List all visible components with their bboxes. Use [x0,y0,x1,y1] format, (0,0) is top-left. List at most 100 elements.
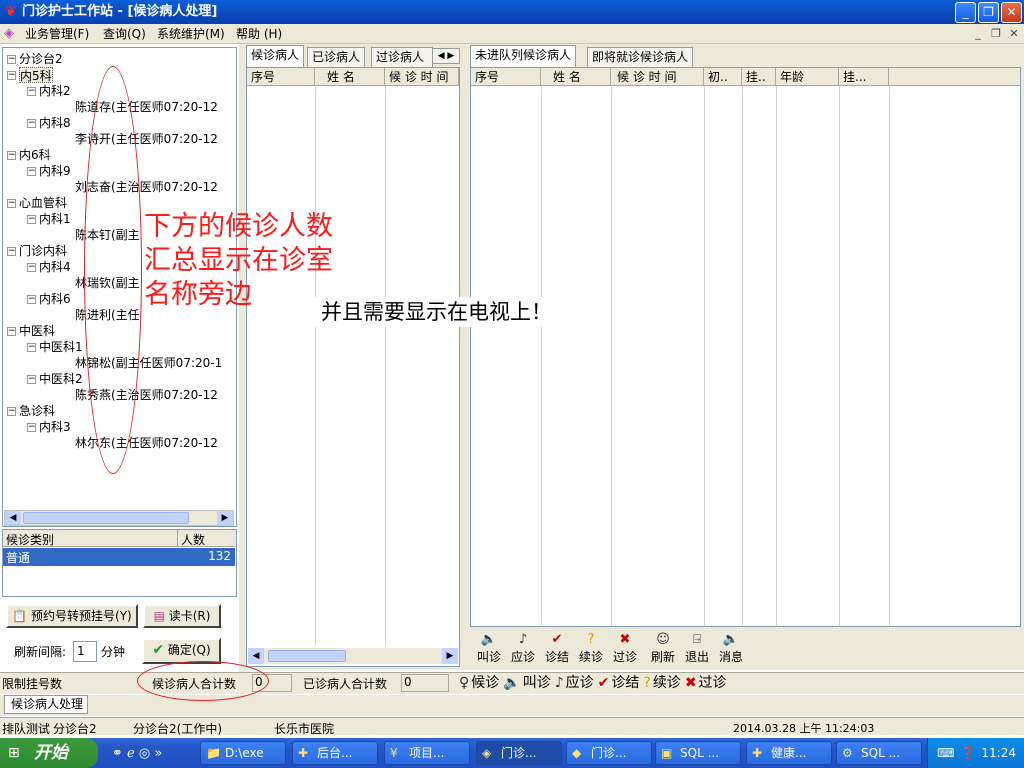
col-seq[interactable]: 序号 [471,68,541,86]
taskbar-item[interactable]: ▣ SQL ... [655,741,741,765]
tree-dept-node[interactable]: 内科2 [39,83,71,99]
help-icon[interactable]: ❓ [960,738,975,768]
read-card-button[interactable]: ▤ 读卡(R) [143,604,221,628]
toolbar-button-2[interactable]: ✔ 诊结 [540,632,574,665]
toolbar-button-7[interactable]: 🔈 消息 [714,632,748,665]
toolbar-button-4[interactable]: ✖ 过诊 [608,632,642,665]
col-reg[interactable]: 挂.. [742,68,776,86]
read-card-label: 读卡(R) [168,609,211,623]
tree-collapse-icon[interactable]: − [7,199,16,208]
tree-collapse-icon[interactable]: − [27,167,36,176]
taskbar-item[interactable]: ¥ 项目... [384,741,470,765]
tree-dept-node[interactable]: 急诊科 [19,403,55,419]
tree-collapse-icon[interactable]: − [27,423,36,432]
tree-dept-node[interactable]: 内科9 [39,163,71,179]
taskbar-item[interactable]: ✚ 后台... [292,741,378,765]
tree-collapse-icon[interactable]: − [7,247,16,256]
scroll-right-icon[interactable]: ▶ [217,511,233,525]
col-wait-time[interactable]: 候 诊 时 间 [385,68,459,86]
mdi-restore-button[interactable]: ❐ [988,27,1004,41]
tree-dept-node[interactable]: 内科8 [39,115,71,131]
col-name[interactable]: 姓 名 [541,68,611,86]
quicklaunch-icons[interactable]: ⚭ ℯ ◎ » [112,746,162,761]
tree-collapse-icon[interactable]: − [27,119,36,128]
tree-collapse-icon[interactable]: − [27,343,36,352]
tree-collapse-icon[interactable]: − [27,375,36,384]
taskbar-item[interactable]: ⚙ SQL ... [836,741,922,765]
col-name[interactable]: 姓 名 [315,68,385,86]
tree-collapse-icon[interactable]: − [27,215,36,224]
taskbar-item[interactable]: 📁 D:\exe [200,741,286,765]
menu-system[interactable]: 系统维护(M) [153,24,229,44]
tree-dept-node[interactable]: 内6科 [19,147,51,163]
taskbar-item[interactable]: ✚ 健康... [746,741,832,765]
taskbar-app-icon: ⚙ [842,746,853,760]
tree-collapse-icon[interactable]: − [7,151,16,160]
tree-collapse-icon[interactable]: − [7,71,16,80]
tree-dept-node[interactable]: 中医科1 [39,339,83,355]
toolbar-button-6[interactable]: ⍈ 退出 [680,632,714,665]
toolbar-label: 诊结 [544,650,569,664]
col-first[interactable]: 初.. [704,68,742,86]
tab-waiting-processing[interactable]: 候诊病人处理 [4,695,88,714]
card-icon: ▤ [153,609,165,623]
tree-dept-node[interactable]: 内科4 [39,259,71,275]
mdi-close-button[interactable]: ✕ [1006,27,1022,41]
tree-collapse-icon[interactable]: − [27,263,36,272]
middle-hscrollbar[interactable]: ◀ ▶ [248,648,458,664]
scroll-left-icon[interactable]: ◀ [248,648,264,664]
table-row[interactable]: 普通 132 [3,548,235,566]
menu-business[interactable]: 业务管理(F) [21,24,93,44]
tree-dept-node[interactable]: 心血管科 [19,195,67,211]
restore-button[interactable]: ❐ [978,2,999,23]
tree-root[interactable]: 分诊台2 [19,51,63,67]
annotation-note-line1: 下方的候诊人数 [144,211,333,242]
scroll-thumb[interactable] [23,512,189,524]
toolbar-button-1[interactable]: ♪ 应诊 [506,632,540,665]
tab-upcoming[interactable]: 即将就诊候诊病人 [587,47,694,67]
tab-scroll-arrows[interactable]: ◀ ▶ [432,48,460,64]
tab-seen[interactable]: 已诊病人 [307,47,366,67]
tree-collapse-icon[interactable]: − [7,407,16,416]
message-icon: 🔈 [722,632,740,647]
continue-icon: ? [643,675,651,691]
toolbar-button-5[interactable]: ☺ 刷新 [646,632,680,665]
tree-collapse-icon[interactable]: − [7,55,16,64]
tree-hscrollbar[interactable]: ◀ ▶ [4,510,234,526]
col-age[interactable]: 年龄 [776,68,839,86]
tree-collapse-icon[interactable]: − [27,87,36,96]
taskbar-item[interactable]: ◆ 门诊... [566,741,652,765]
close-button[interactable]: ✕ [1001,2,1022,23]
tree-dept-node[interactable]: 门诊内科 [19,243,67,259]
taskbar-item[interactable]: ◈ 门诊... [476,741,562,765]
annotation-oval-tree [84,66,142,474]
scroll-right-icon[interactable]: ▶ [442,648,458,664]
taskbar-app-icon: ✚ [752,746,763,760]
reserve-to-preregister-button[interactable]: 📋 预约号转预挂号(Y) [6,604,138,628]
col-reg2[interactable]: 挂... [839,68,889,86]
toolbar-button-0[interactable]: 🔈 叫诊 [472,632,506,665]
col-wait-time[interactable]: 候 诊 时 间 [611,68,704,86]
tab-missed[interactable]: 过诊病人 [371,47,433,67]
scroll-thumb[interactable] [268,650,346,662]
toolbar-button-3[interactable]: ? 续诊 [574,632,608,665]
tab-not-queued[interactable]: 未进队列候诊病人 [470,45,577,67]
mdi-minimize-button[interactable]: _ [970,27,986,41]
menu-query[interactable]: 查询(Q) [99,24,150,44]
minimize-button[interactable]: _ [955,2,976,23]
tree-dept-node[interactable]: 内科1 [39,211,71,227]
tree-dept-node[interactable]: 中医科2 [39,371,83,387]
tab-waiting[interactable]: 候诊病人 [246,45,305,67]
tree-collapse-icon[interactable]: − [27,295,36,304]
tree-dept-node[interactable]: 内5科 [19,67,53,83]
scroll-left-icon[interactable]: ◀ [5,511,21,525]
tree-dept-node[interactable]: 内科3 [39,419,71,435]
tree-collapse-icon[interactable]: − [7,327,16,336]
col-seq[interactable]: 序号 [247,68,315,86]
refresh-interval-input[interactable]: 1 [73,641,97,662]
tree-dept-node[interactable]: 中医科 [19,323,55,339]
exit-icon: ⍈ [693,632,701,647]
menu-help[interactable]: 帮助 (H) [232,24,286,44]
keyboard-icon[interactable]: ⌨ [937,738,954,768]
tree-dept-node[interactable]: 内科6 [39,291,71,307]
